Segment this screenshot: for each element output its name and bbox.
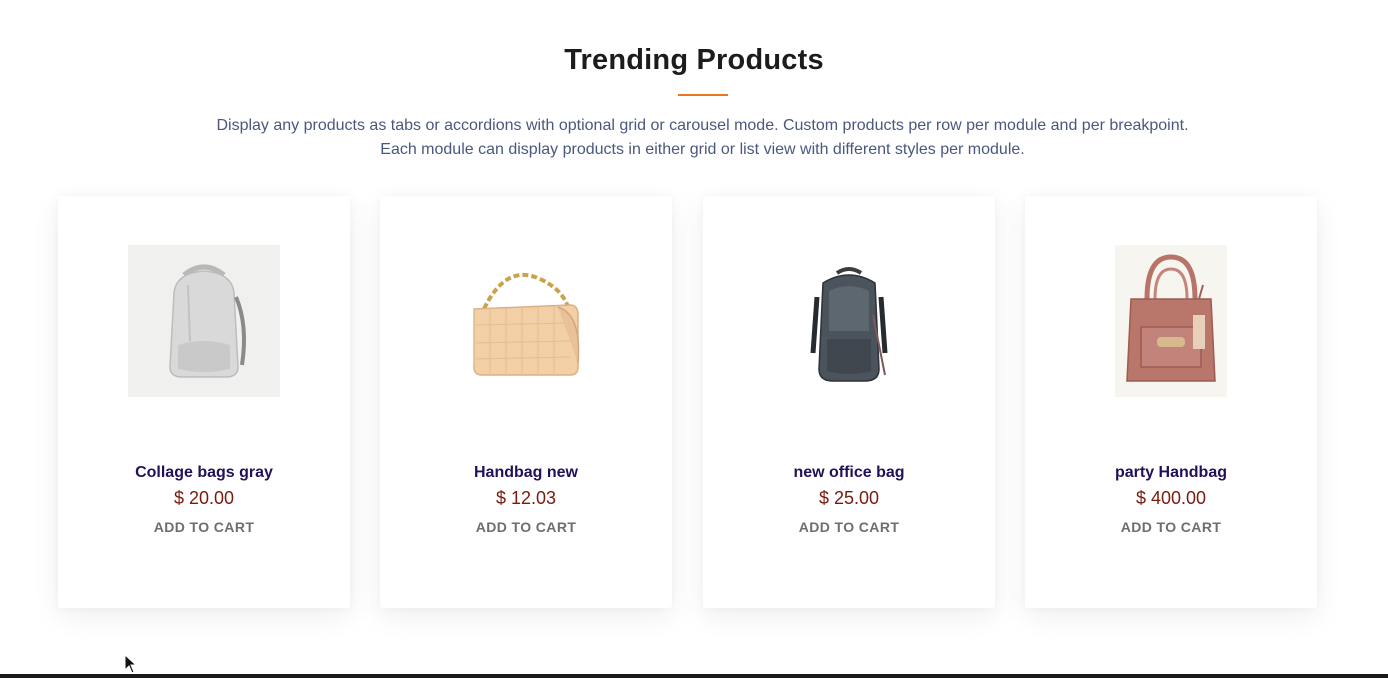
pink-tote-handbag-icon — [1115, 245, 1227, 397]
description-line-2: Each module can display products in eith… — [380, 141, 1025, 158]
add-to-cart-button[interactable]: ADD TO CART — [1025, 519, 1317, 535]
title-divider — [678, 94, 728, 96]
product-card: Collage bags gray $ 20.00 ADD TO CART — [58, 196, 350, 608]
bottom-border — [0, 674, 1388, 678]
product-card: Handbag new $ 12.03 ADD TO CART — [380, 196, 672, 608]
product-name[interactable]: Handbag new — [380, 464, 672, 482]
product-card: party Handbag $ 400.00 ADD TO CART — [1025, 196, 1317, 608]
add-to-cart-button[interactable]: ADD TO CART — [380, 519, 672, 535]
product-price: $ 20.00 — [173, 488, 235, 508]
product-image[interactable] — [1095, 245, 1247, 397]
dark-office-backpack-icon — [773, 245, 925, 397]
section-description: Display any products as tabs or accordio… — [150, 114, 1255, 162]
product-image[interactable] — [773, 245, 925, 397]
product-price: $ 400.00 — [1135, 488, 1207, 508]
product-image[interactable] — [450, 245, 602, 397]
add-to-cart-button[interactable]: ADD TO CART — [703, 519, 995, 535]
product-price: $ 12.03 — [495, 488, 557, 508]
add-to-cart-button[interactable]: ADD TO CART — [58, 519, 350, 535]
product-name[interactable]: Collage bags gray — [58, 464, 350, 482]
product-image[interactable] — [128, 245, 280, 397]
mouse-cursor-icon — [124, 654, 138, 674]
gray-backpack-icon — [128, 245, 280, 397]
description-line-1: Display any products as tabs or accordio… — [216, 117, 1189, 134]
product-card: new office bag $ 25.00 ADD TO CART — [703, 196, 995, 608]
beige-quilted-handbag-icon — [450, 245, 602, 397]
product-name[interactable]: new office bag — [703, 464, 995, 482]
section-title: Trending Products — [564, 44, 824, 76]
product-name[interactable]: party Handbag — [1025, 464, 1317, 482]
product-price: $ 25.00 — [818, 488, 880, 508]
